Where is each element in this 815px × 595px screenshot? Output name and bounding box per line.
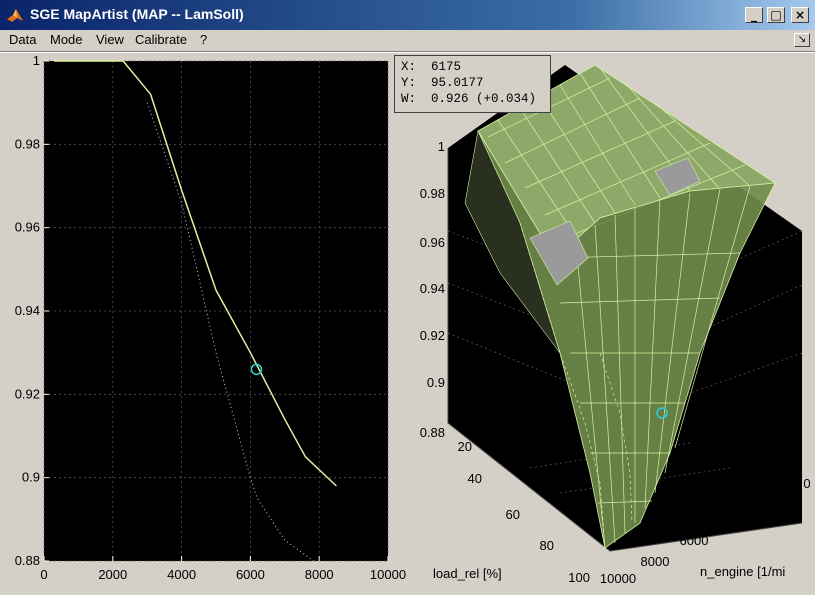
menu-data[interactable]: Data <box>9 32 36 47</box>
menu-calibrate[interactable]: Calibrate <box>135 32 187 47</box>
y-tick-label: 1 <box>33 53 40 68</box>
y-tick-label: 0.88 <box>15 553 40 568</box>
x-tick-label: 10000 <box>370 567 406 582</box>
load-tick: 60 <box>506 507 520 522</box>
minimize-button[interactable]: _ <box>745 7 763 23</box>
n-tick: 10000 <box>600 571 636 586</box>
readout-w: W: 0.926 (+0.034) <box>401 92 537 106</box>
right-plot[interactable]: 1 0.98 0.96 0.94 0.92 0.9 0.88 20 40 60 … <box>420 64 811 586</box>
z-tick-labels: 1 0.98 0.96 0.94 0.92 0.9 0.88 <box>420 139 445 440</box>
figure-canvas[interactable]: 1 0.98 0.96 0.94 0.92 0.9 0.88 0 2000 4000 6000 80… <box>0 53 815 595</box>
y-tick-label: 0.94 <box>15 303 40 318</box>
x-tick-label: 4000 <box>167 567 196 582</box>
n-tick: 0 <box>803 476 810 491</box>
z-tick: 1 <box>438 139 445 154</box>
maximize-button[interactable]: □ <box>767 7 785 23</box>
menu-mode[interactable]: Mode <box>50 32 83 47</box>
n-tick: 8000 <box>641 554 670 569</box>
load-axis-label: load_rel [%] <box>433 566 502 581</box>
title-bar: SGE MapArtist (MAP -- LamSoll) _ □ × <box>0 0 815 30</box>
dock-arrow-icon[interactable]: ↘ <box>794 33 810 47</box>
z-tick: 0.88 <box>420 425 445 440</box>
menu-view[interactable]: View <box>96 32 124 47</box>
x-tick-label: 0 <box>40 567 47 582</box>
load-tick: 20 <box>458 439 472 454</box>
z-tick: 0.94 <box>420 281 445 296</box>
n-tick: 4000 <box>724 515 753 530</box>
x-tick-label: 8000 <box>305 567 334 582</box>
x-tick-label: 6000 <box>236 567 265 582</box>
load-tick: 40 <box>468 471 482 486</box>
z-tick: 0.9 <box>427 375 445 390</box>
z-tick: 0.98 <box>420 186 445 201</box>
y-tick-label: 0.96 <box>15 220 40 235</box>
n-axis-label: n_engine [1/mi <box>700 564 785 579</box>
x-tick-label: 2000 <box>98 567 127 582</box>
matlab-logo-icon <box>7 9 23 22</box>
readout-y: Y: 95.0177 <box>401 76 484 90</box>
window-title: SGE MapArtist (MAP -- LamSoll) <box>30 6 244 22</box>
readout-x: X: 6175 <box>401 60 462 74</box>
n-tick: 2000 <box>764 497 793 512</box>
load-tick: 100 <box>568 570 590 585</box>
z-tick: 0.96 <box>420 235 445 250</box>
y-tick-label: 0.98 <box>15 136 40 151</box>
z-tick: 0.92 <box>420 328 445 343</box>
n-tick: 6000 <box>680 533 709 548</box>
left-plot[interactable]: 1 0.98 0.96 0.94 0.92 0.9 0.88 0 2000 4000 6000 80… <box>15 53 406 582</box>
y-tick-label: 0.92 <box>15 386 40 401</box>
close-button[interactable]: × <box>791 7 809 23</box>
menu-help[interactable]: ? <box>200 32 207 47</box>
left-y-ticks: 1 0.98 0.96 0.94 0.92 0.9 0.88 <box>15 53 40 568</box>
menu-bar: Data Mode View Calibrate ? <box>0 30 815 50</box>
left-x-ticks: 0 2000 4000 6000 8000 10000 <box>40 567 406 582</box>
load-tick: 80 <box>540 538 554 553</box>
y-tick-label: 0.9 <box>22 470 40 485</box>
cursor-readout: X: 6175 Y: 95.0177 W: 0.926 (+0.034) <box>394 55 551 113</box>
